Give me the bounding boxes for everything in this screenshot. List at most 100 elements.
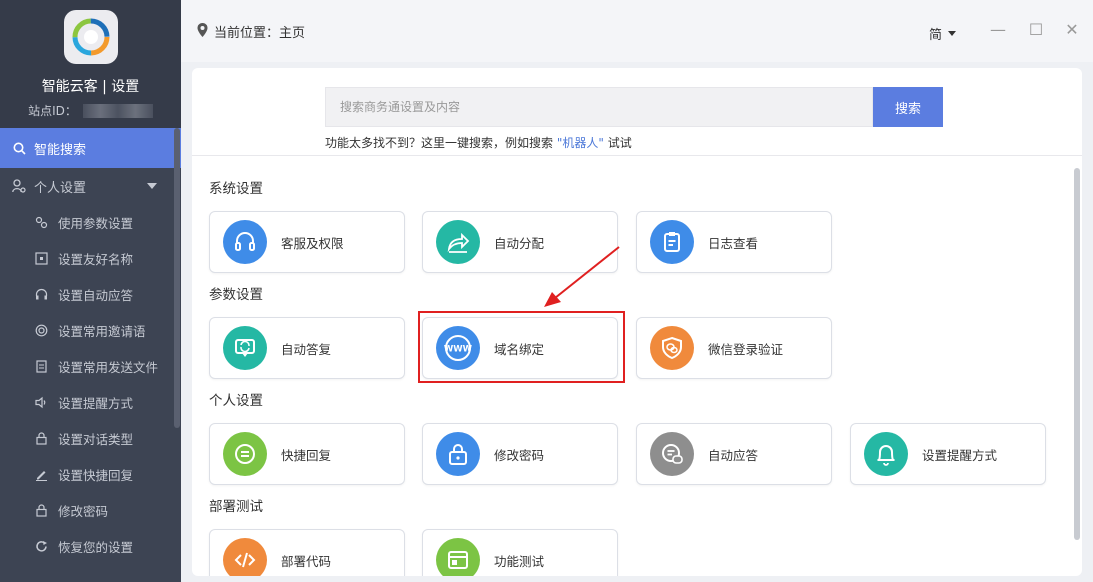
user-settings-icon [12,179,26,193]
headset-icon [34,287,48,301]
hint-prefix: 功能太多找不到？这里一键搜索，例如搜索 [325,136,554,150]
settings-card[interactable]: 自动应答 [636,423,832,485]
lock-icon [34,431,48,445]
sidebar-item[interactable]: 设置提醒方式 [0,384,181,420]
search-button[interactable]: 搜索 [873,87,943,127]
sidebar-item-label: 设置常用邀请语 [58,323,146,339]
sidebar-header: 智能云客 | 设置 站点ID： [0,0,181,128]
sidebar-item-label: 设置对话类型 [58,431,134,447]
search-input[interactable]: 搜索商务通设置及内容 [325,87,873,127]
section-title: 系统设置 [209,181,263,197]
sidebar-item[interactable]: 修改密码 [0,492,181,528]
settings-card[interactable]: 快捷回复 [209,423,405,485]
card-label: 客服及权限 [281,235,344,251]
settings-card[interactable]: 设置提醒方式 [850,423,1046,485]
sidebar-item-label: 使用参数设置 [58,215,134,231]
chevron-down-icon [948,31,957,36]
chevron-down-icon[interactable] [147,183,157,189]
clipboard-icon [650,220,694,264]
sidebar-item[interactable]: 使用参数设置 [0,204,181,240]
search-area: 搜索商务通设置及内容 搜索 功能太多找不到？这里一键搜索，例如搜索 "机器人" … [192,68,1082,156]
sidebar-group-personal-settings[interactable]: 个人设置 [0,168,181,204]
highlight-box [418,311,625,383]
sidebar-item-label: 设置常用发送文件 [58,359,159,375]
wechat-shield-icon [650,326,694,370]
settings-card[interactable]: 日志查看 [636,211,832,273]
minimize-button[interactable]: — [989,20,1007,39]
breadcrumb: 当前位置：主页 [197,22,305,41]
card-label: 日志查看 [708,235,759,251]
invite-icon [34,323,48,337]
card-label: 自动答复 [281,341,332,357]
refresh-icon [34,539,48,553]
card-label: 功能测试 [494,553,545,569]
sidebar-item[interactable]: 设置友好名称 [0,240,181,276]
share-icon [436,220,480,264]
bell-icon [864,432,908,476]
main-panel: 搜索商务通设置及内容 搜索 功能太多找不到？这里一键搜索，例如搜索 "机器人" … [192,68,1082,576]
sidebar-item-label: 恢复您的设置 [58,539,134,555]
sidebar-item[interactable]: 设置快捷回复 [0,456,181,492]
settings-card[interactable]: 功能测试 [422,529,618,576]
settings-card[interactable]: 修改密码 [422,423,618,485]
top-bar: 当前位置：主页 简 — ☐ ✕ [181,0,1093,62]
hint-suffix: 试试 [607,136,632,150]
sidebar-item-label: 设置友好名称 [58,251,134,267]
lock-icon [436,432,480,476]
sidebar-item-label: 修改密码 [58,503,109,519]
auto-answer-icon [650,432,694,476]
maximize-button[interactable]: ☐ [1027,20,1045,39]
language-label: 简 [929,28,943,43]
file-icon [34,359,48,373]
hint-keyword[interactable]: "机器人" [557,136,604,150]
chat-icon [223,432,267,476]
code-icon [223,538,267,576]
site-id-label: 站点ID： [28,104,77,118]
card-label: 部署代码 [281,553,332,569]
test-icon [436,538,480,576]
sidebar: 智能云客 | 设置 站点ID： 智能搜索 个人设置 使用参数设置 设置友好名称 设置… [0,0,181,582]
panel-scrollbar[interactable] [1074,168,1080,540]
auto-reply-icon [223,326,267,370]
sidebar-group-label: 个人设置 [34,180,87,196]
site-id-redacted [82,103,153,118]
language-selector[interactable]: 简 [929,24,957,43]
card-label: 自动应答 [708,447,759,463]
sidebar-item-smart-search[interactable]: 智能搜索 [0,128,181,168]
params-icon [34,215,48,229]
section-title: 部署测试 [209,499,263,515]
section-title: 参数设置 [209,287,263,303]
sidebar-item[interactable]: 设置自动应答 [0,276,181,312]
sidebar-item-label: 设置快捷回复 [58,467,134,483]
location-pin-icon [197,22,208,41]
sidebar-item-label: 设置自动应答 [58,287,134,303]
name-icon [34,251,48,265]
sidebar-item[interactable]: 恢复您的设置 [0,528,181,564]
sidebar-item-label: 设置提醒方式 [58,395,134,411]
card-label: 微信登录验证 [708,341,784,357]
sidebar-item[interactable]: 设置常用发送文件 [0,348,181,384]
settings-card[interactable]: 自动分配 [422,211,618,273]
edit-icon [34,467,48,481]
sidebar-item-label: 智能搜索 [34,142,87,158]
speaker-icon [34,395,48,409]
close-button[interactable]: ✕ [1063,20,1081,39]
settings-card[interactable]: 客服及权限 [209,211,405,273]
site-id: 站点ID： [0,102,181,119]
settings-card[interactable]: 自动答复 [209,317,405,379]
search-hint: 功能太多找不到？这里一键搜索，例如搜索 "机器人" 试试 [325,134,632,151]
sidebar-scrollbar[interactable] [174,128,180,428]
card-label: 设置提醒方式 [922,447,998,463]
search-icon [12,141,26,155]
sidebar-item[interactable]: 设置常用邀请语 [0,312,181,348]
settings-card[interactable]: 部署代码 [209,529,405,576]
settings-card[interactable]: 微信登录验证 [636,317,832,379]
sidebar-item[interactable]: 设置对话类型 [0,420,181,456]
card-label: 修改密码 [494,447,545,463]
lock-icon [34,503,48,517]
card-label: 自动分配 [494,235,545,251]
breadcrumb-text: 当前位置：主页 [214,26,306,41]
section-title: 个人设置 [209,393,263,409]
app-title: 智能云客 | 设置 [41,79,140,95]
card-label: 快捷回复 [281,447,332,463]
